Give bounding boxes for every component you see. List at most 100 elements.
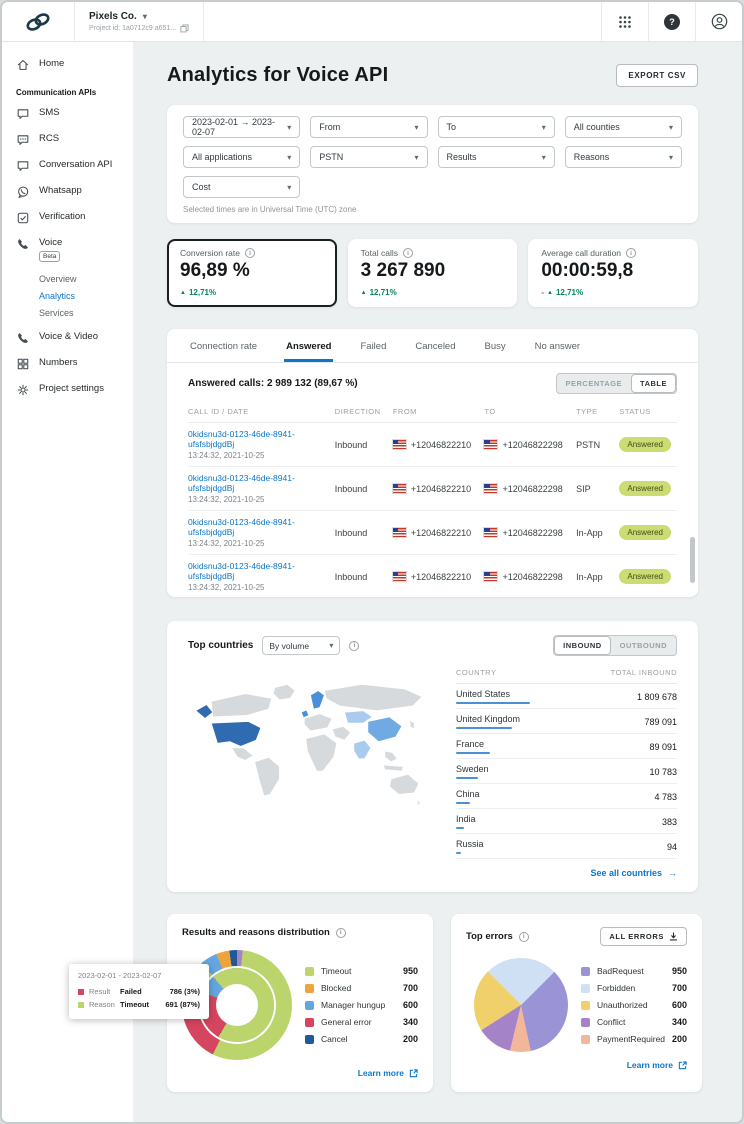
kpi-card-conversion-rate[interactable]: Conversion ratei 96,89 % ▲12,71% (167, 239, 337, 307)
logo-icon (23, 11, 53, 33)
sidebar: Home Communication APIs SMS RCS Conversa… (2, 42, 133, 1122)
kpi-card-total-calls[interactable]: Total callsi 3 267 890 ▲12,71% (348, 239, 518, 307)
brand-logo[interactable] (2, 2, 74, 41)
table-row: 0kidsnu3d-0123-46de-8941-ufsfsbjdgdBj13:… (188, 555, 677, 598)
status-badge: Answered (619, 481, 671, 496)
account-button[interactable] (696, 2, 742, 41)
sidebar-item-services[interactable]: Services (39, 304, 133, 321)
info-icon[interactable]: i (245, 248, 255, 258)
us-flag-icon (393, 484, 406, 493)
direction-toggle: INBOUND OUTBOUND (553, 635, 677, 656)
us-flag-icon (484, 440, 497, 449)
all-errors-button[interactable]: ALL ERRORS (600, 927, 687, 946)
kpi-trend: ▲12,71% (180, 288, 324, 297)
kpi-card-avg-call-duration[interactable]: Average call durationi 00:00:59,8 -▲12,7… (528, 239, 698, 307)
learn-more-link[interactable]: Learn more (466, 1060, 687, 1070)
percentage-toggle-button[interactable]: PERCENTAGE (557, 374, 632, 393)
column-header: FROM (393, 400, 485, 423)
filter-results[interactable]: Results▾ (438, 146, 555, 168)
legend-item: Conflict340 (581, 1014, 687, 1031)
tab-busy[interactable]: Busy (483, 329, 508, 362)
rcs-icon (16, 133, 30, 147)
sidebar-item-overview[interactable]: Overview (39, 270, 133, 287)
scrollbar-thumb[interactable] (690, 537, 695, 583)
chevron-down-icon: ▾ (287, 153, 291, 162)
org-selector[interactable]: Pixels Co. ▾ Project id: 1a0712c9 a651..… (75, 11, 203, 33)
see-all-countries-link[interactable]: See all countries → (456, 868, 677, 878)
tab-connection-rate[interactable]: Connection rate (188, 329, 259, 362)
call-id-link[interactable]: 0kidsnu3d-0123-46de-8941-ufsfsbjdgdBj (188, 473, 329, 493)
errors-pie-chart[interactable] (474, 958, 568, 1052)
top-countries-title: Top countries (188, 640, 253, 651)
tab-canceled[interactable]: Canceled (413, 329, 457, 362)
sidebar-item-home[interactable]: Home (2, 52, 133, 78)
chevron-down-icon: ▾ (414, 123, 418, 132)
filter-from[interactable]: From▾ (310, 116, 427, 138)
volume-bar (456, 727, 512, 729)
sidebar-item-conversation-api[interactable]: Conversation API (2, 153, 133, 179)
call-id-link[interactable]: 0kidsnu3d-0123-46de-8941-ufsfsbjdgdBj (188, 429, 329, 449)
sidebar-item-voice[interactable]: Voice Beta (2, 231, 133, 268)
sidebar-item-voice-video[interactable]: Voice & Video (2, 325, 133, 351)
export-csv-button[interactable]: EXPORT CSV (616, 64, 698, 87)
info-icon[interactable]: i (403, 248, 413, 258)
table-toggle-button[interactable]: TABLE (631, 374, 676, 393)
kpi-value: 00:00:59,8 (541, 260, 685, 282)
call-date: 13:24:32, 2021-10-25 (188, 495, 329, 504)
call-direction: Inbound (335, 467, 393, 511)
us-flag-icon (484, 484, 497, 493)
tab-failed[interactable]: Failed (358, 329, 388, 362)
info-icon[interactable]: i (626, 248, 636, 258)
home-icon (16, 58, 30, 72)
sidebar-item-verification[interactable]: Verification (2, 205, 133, 231)
copy-icon[interactable] (180, 24, 189, 33)
sidebar-item-analytics[interactable]: Analytics (39, 287, 133, 304)
legend-item: BadRequest950 (581, 963, 687, 980)
sidebar-item-project-settings[interactable]: Project settings (2, 377, 133, 403)
errors-legend: BadRequest950 Forbidden700 Unauthorized6… (581, 963, 687, 1048)
call-type: In-App (576, 555, 619, 598)
filter-date-range[interactable]: 2023-02-01 → 2023-02-07▾ (183, 116, 300, 138)
filter-applications[interactable]: All applications▾ (183, 146, 300, 168)
help-button[interactable]: ? (649, 2, 695, 41)
volume-bar (456, 752, 490, 754)
legend-swatch (305, 1018, 314, 1027)
tab-no-answer[interactable]: No answer (533, 329, 582, 362)
volume-bar (456, 702, 530, 704)
inbound-toggle-button[interactable]: INBOUND (554, 636, 611, 655)
chevron-down-icon: ▾ (414, 153, 418, 162)
info-icon[interactable]: i (349, 641, 359, 651)
chevron-down-icon: ▾ (669, 153, 673, 162)
apps-menu-button[interactable] (602, 2, 648, 41)
world-map[interactable] (188, 668, 436, 831)
outbound-toggle-button[interactable]: OUTBOUND (611, 636, 676, 655)
call-id-link[interactable]: 0kidsnu3d-0123-46de-8941-ufsfsbjdgdBj (188, 517, 329, 537)
filter-cost[interactable]: Cost▾ (183, 176, 300, 198)
sidebar-item-whatsapp[interactable]: Whatsapp (2, 179, 133, 205)
call-to: +12046822298 (502, 484, 562, 494)
tab-answered[interactable]: Answered (284, 329, 333, 362)
filter-call-type[interactable]: PSTN▾ (310, 146, 427, 168)
apps-grid-icon (618, 15, 632, 29)
sidebar-item-numbers[interactable]: Numbers (2, 351, 133, 377)
call-from: +12046822210 (411, 440, 471, 450)
filter-to[interactable]: To▾ (438, 116, 555, 138)
learn-more-link[interactable]: Learn more (182, 1068, 418, 1078)
legend-swatch (581, 1035, 590, 1044)
sort-by-select[interactable]: By volume▾ (262, 636, 340, 655)
legend-item: Unauthorized600 (581, 997, 687, 1014)
table-row: United States 1 809 678 (456, 684, 677, 709)
sidebar-item-label: Home (39, 58, 64, 69)
info-icon[interactable]: i (519, 932, 529, 942)
filter-reasons[interactable]: Reasons▾ (565, 146, 682, 168)
sidebar-item-sms[interactable]: SMS (2, 101, 133, 127)
legend-swatch (305, 984, 314, 993)
call-id-link[interactable]: 0kidsnu3d-0123-46de-8941-ufsfsbjdgdBj (188, 561, 329, 581)
filter-countries[interactable]: All counties▾ (565, 116, 682, 138)
table-row: China 4 783 (456, 784, 677, 809)
info-icon[interactable]: i (336, 928, 346, 938)
numbers-icon (16, 357, 30, 371)
trend-minus-icon: - (541, 288, 544, 297)
sidebar-item-rcs[interactable]: RCS (2, 127, 133, 153)
table-row: 0kidsnu3d-0123-46de-8941-ufsfsbjdgdBj13:… (188, 511, 677, 555)
